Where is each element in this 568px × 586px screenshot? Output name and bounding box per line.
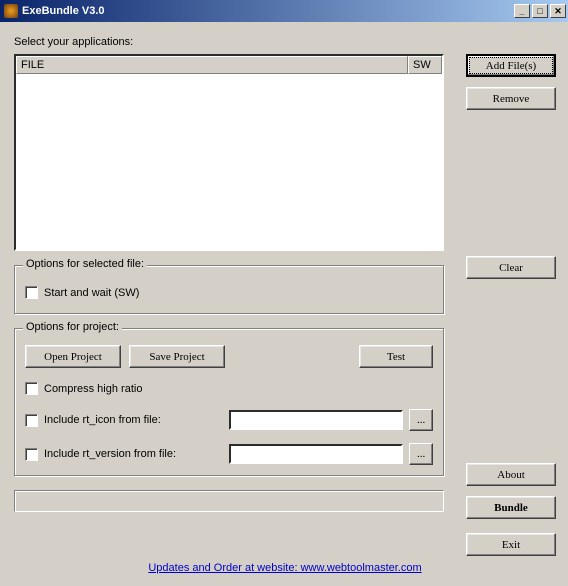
checkbox-box-icon (25, 286, 38, 299)
checkbox-box-icon (25, 382, 38, 395)
select-apps-label: Select your applications: (14, 36, 556, 48)
footer-prefix: Updates and Order at website: (148, 562, 300, 574)
file-listview[interactable]: FILE SW (14, 54, 444, 251)
footer-url: www.webtoolmaster.com (301, 562, 422, 574)
save-project-button[interactable]: Save Project (129, 345, 225, 368)
remove-button[interactable]: Remove (466, 87, 556, 110)
group-project-legend: Options for project: (23, 321, 122, 333)
window-title: ExeBundle V3.0 (22, 5, 512, 17)
column-file[interactable]: FILE (16, 56, 408, 74)
listview-header: FILE SW (16, 56, 442, 74)
title-bar: ExeBundle V3.0 _ □ ✕ (0, 0, 568, 22)
checkbox-compress-label: Compress high ratio (44, 383, 142, 395)
open-project-button[interactable]: Open Project (25, 345, 121, 368)
checkbox-start-wait-label: Start and wait (SW) (44, 287, 139, 299)
icon-file-input[interactable] (229, 410, 403, 430)
maximize-button[interactable]: □ (532, 4, 548, 18)
about-button[interactable]: About (466, 463, 556, 486)
group-selected-legend: Options for selected file: (23, 258, 147, 270)
minimize-button[interactable]: _ (514, 4, 530, 18)
checkbox-include-icon[interactable]: Include rt_icon from file: (25, 414, 223, 427)
clear-button[interactable]: Clear (466, 256, 556, 279)
app-icon (4, 4, 18, 18)
group-project: Options for project: Open Project Save P… (14, 328, 444, 476)
checkbox-compress[interactable]: Compress high ratio (25, 382, 433, 395)
footer-link[interactable]: Updates and Order at website: www.webtoo… (14, 556, 556, 580)
version-file-input[interactable] (229, 444, 403, 464)
checkbox-start-wait[interactable]: Start and wait (SW) (25, 286, 433, 299)
add-files-button[interactable]: Add File(s) (466, 54, 556, 77)
listview-body[interactable] (16, 74, 442, 249)
column-sw[interactable]: SW (408, 56, 442, 74)
group-selected-file: Options for selected file: Start and wai… (14, 265, 444, 314)
exit-button[interactable]: Exit (466, 533, 556, 556)
status-bar (14, 490, 444, 512)
browse-version-button[interactable]: ... (409, 443, 433, 465)
browse-icon-button[interactable]: ... (409, 409, 433, 431)
close-button[interactable]: ✕ (550, 4, 566, 18)
test-button[interactable]: Test (359, 345, 433, 368)
include-icon-label: Include rt_icon from file: (44, 414, 161, 426)
include-version-label: Include rt_version from file: (44, 448, 176, 460)
bundle-button[interactable]: Bundle (466, 496, 556, 519)
checkbox-box-icon (25, 448, 38, 461)
checkbox-include-version[interactable]: Include rt_version from file: (25, 448, 223, 461)
checkbox-box-icon (25, 414, 38, 427)
